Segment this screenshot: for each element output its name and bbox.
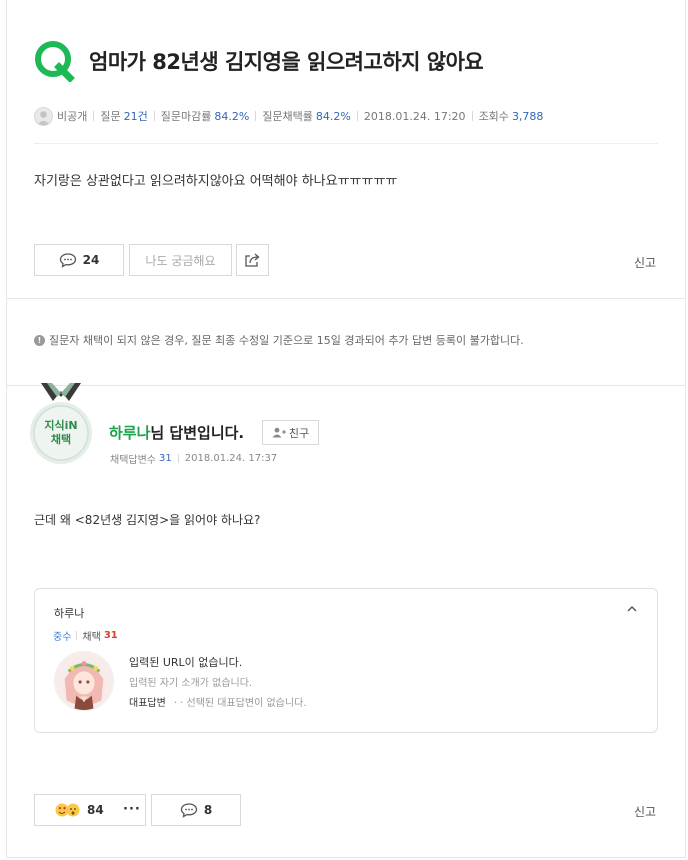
add-friend-button[interactable]: 친구 — [262, 420, 319, 445]
profile-grade: 중수 — [53, 632, 72, 643]
profile-level: 중수 채택 31 — [53, 628, 118, 643]
divider — [93, 111, 95, 121]
q-icon — [35, 41, 75, 82]
divider — [76, 631, 78, 640]
question-meta: 비공개 질문 21건 질문마감률 84.2% 질문채택률 84.2% 2018.… — [34, 106, 543, 126]
page: 엄마가 82년생 김지영을 읽으려고하지 않아요 비공개 질문 21건 질문마감… — [6, 0, 686, 858]
info-icon: ! — [34, 334, 45, 346]
anonymous-avatar-icon — [34, 106, 53, 126]
profile-name[interactable]: 하루나 — [54, 605, 84, 621]
answerer-name[interactable]: 하루나 — [109, 424, 150, 442]
divider — [153, 111, 155, 121]
answerer-heading: 하루나님 답변입니다. — [109, 422, 244, 443]
answer-adopt-value: 31 — [159, 453, 172, 464]
answer-comment-button[interactable]: 8 — [151, 794, 241, 826]
reaction-count: 84 — [87, 803, 104, 817]
chevron-up-icon[interactable] — [627, 603, 637, 616]
share-icon — [245, 253, 260, 267]
share-button[interactable] — [236, 244, 269, 276]
profile-url-text: 입력된 URL이 없습니다. — [129, 656, 243, 669]
answerer-suffix: 님 답변입니다. — [150, 424, 245, 442]
questions-label: 질문 — [100, 110, 121, 123]
adopt-label: 질문채택률 — [262, 110, 313, 123]
medal-label: 지식iN 채택 — [27, 419, 95, 447]
notice: ! 질문자 채택이 되지 않은 경우, 질문 최종 수정일 기준으로 15일 경… — [34, 332, 524, 348]
add-friend-icon — [272, 427, 286, 438]
question-date: 2018.01.24. 17:20 — [363, 109, 466, 123]
profile-adopt-value: 31 — [103, 630, 118, 641]
adopt-value: 84.2% — [315, 109, 351, 123]
author-name: 비공개 — [57, 110, 88, 123]
question-title: 엄마가 82년생 김지영을 읽으려고하지 않아요 — [89, 50, 484, 74]
reaction-button[interactable]: 84 ··· — [34, 794, 146, 826]
profile-avatar[interactable] — [54, 651, 114, 711]
comment-icon — [59, 253, 76, 268]
answer-adopt-label: 채택답변수 — [110, 455, 156, 466]
curious-button[interactable]: 나도 궁금해요 — [129, 244, 232, 276]
questions-value[interactable]: 21건 — [124, 108, 148, 124]
profile-intro-text: 입력된 자기 소개가 없습니다. — [129, 678, 253, 689]
profile-representative: 대표답변 · · 선택된 대표답변이 없습니다. — [129, 694, 306, 709]
divider — [471, 111, 473, 121]
rep-text: · · 선택된 대표답변이 없습니다. — [173, 698, 307, 709]
section-divider — [7, 298, 685, 299]
comment-icon — [180, 803, 197, 818]
medal-line2: 채택 — [50, 433, 72, 446]
divider — [177, 454, 179, 463]
profile-adopt-label: 채택 — [82, 632, 101, 643]
answer-body: 근데 왜 <82년생 김지영>을 읽어야 하나요? — [34, 513, 261, 527]
more-reactions-button[interactable]: ··· — [123, 802, 141, 817]
question-comment-button[interactable]: 24 — [34, 244, 124, 276]
answer-meta: 채택답변수 31 2018.01.24. 17:37 — [110, 451, 277, 466]
views-label: 조회수 — [478, 110, 509, 123]
medal-line1: 지식iN — [44, 419, 78, 432]
views-value: 3,788 — [511, 109, 544, 123]
answer-report-link[interactable]: 신고 — [634, 803, 656, 820]
answer-comment-count: 8 — [203, 803, 213, 817]
divider — [356, 111, 358, 121]
answerer-profile-card: 하루나 중수 채택 31 입력된 URL이 없습니다. 입력된 자기 소개가 없… — [34, 588, 658, 733]
friend-label: 친구 — [288, 426, 310, 440]
question-comment-count: 24 — [82, 253, 100, 267]
reaction-emoji-icon — [55, 803, 81, 817]
deadline-label: 질문마감률 — [160, 110, 212, 123]
notice-text: 질문자 채택이 되지 않은 경우, 질문 최종 수정일 기준으로 15일 경과되… — [49, 334, 524, 347]
rep-label: 대표답변 — [129, 698, 166, 709]
answer-date: 2018.01.24. 17:37 — [184, 453, 278, 464]
section-divider — [7, 385, 685, 386]
question-report-link[interactable]: 신고 — [634, 254, 656, 271]
divider — [255, 111, 257, 121]
meta-divider — [34, 143, 658, 144]
deadline-value: 84.2% — [214, 109, 250, 123]
question-body: 자기랑은 상관없다고 읽으려하지않아요 어떡해야 하나요ㅠㅠㅠㅠㅠ — [34, 174, 398, 189]
